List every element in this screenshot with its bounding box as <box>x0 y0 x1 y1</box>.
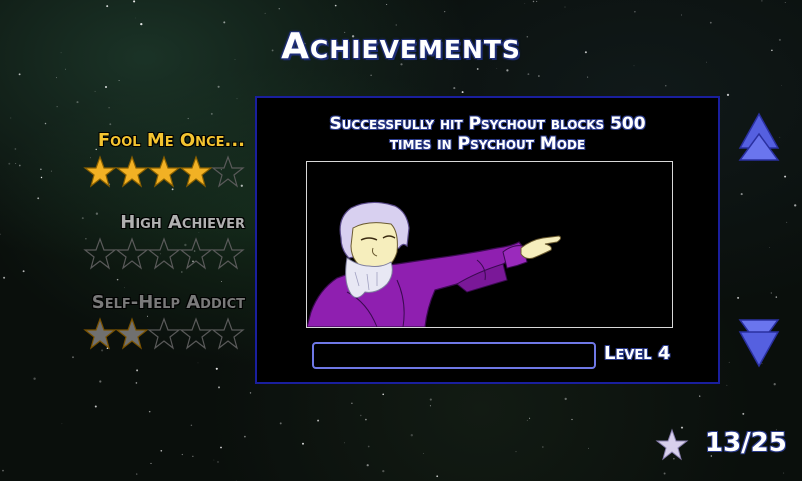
achievement-level-label: Level 4 <box>604 343 671 364</box>
page-title: Achievements <box>281 26 521 67</box>
achievement-image <box>306 161 673 328</box>
triangle-down-icon <box>738 319 780 368</box>
star-filled-icon <box>147 155 181 188</box>
star-empty-icon <box>211 317 245 350</box>
achievement-name: High Achiever <box>120 212 245 233</box>
achievement-name: Self-Help Addict <box>91 292 245 313</box>
achievement-star-rating <box>40 237 245 271</box>
triangle-up-icon <box>738 112 780 161</box>
star-empty-icon <box>179 317 213 350</box>
wizard-casting-icon <box>307 201 562 327</box>
achievement-description: Successfully hit Psychout blocks 500 tim… <box>257 114 718 154</box>
achievement-progress-bar <box>312 342 596 369</box>
star-filled-icon <box>115 155 149 188</box>
star-empty-icon <box>147 237 181 270</box>
description-line-1: Successfully hit Psychout blocks 500 <box>329 114 646 134</box>
star-empty-icon <box>115 237 149 270</box>
achievement-detail-panel: Successfully hit Psychout blocks 500 tim… <box>255 96 720 384</box>
achievement-item-high-achiever[interactable]: High Achiever <box>40 212 245 271</box>
star-filled-icon <box>83 155 117 188</box>
star-filled-icon <box>115 317 149 350</box>
achievement-star-rating <box>40 155 245 189</box>
star-filled-icon <box>83 317 117 350</box>
star-empty-icon <box>179 237 213 270</box>
star-empty-icon <box>147 317 181 350</box>
achievement-star-rating <box>40 317 245 351</box>
description-line-2: times in Psychout Mode <box>389 134 586 154</box>
star-empty-icon <box>211 237 245 270</box>
star-filled-icon <box>179 155 213 188</box>
achievement-count: 13/25 <box>705 428 787 458</box>
achievement-item-fool-me-once[interactable]: Fool Me Once... <box>40 130 245 189</box>
achievement-item-self-help-addict[interactable]: Self-Help Addict <box>40 292 245 351</box>
star-icon <box>655 428 689 461</box>
achievement-name: Fool Me Once... <box>97 130 245 151</box>
scroll-down-button[interactable] <box>738 318 780 368</box>
star-empty-icon <box>83 237 117 270</box>
star-empty-icon <box>211 155 245 188</box>
scroll-up-button[interactable] <box>738 112 780 162</box>
